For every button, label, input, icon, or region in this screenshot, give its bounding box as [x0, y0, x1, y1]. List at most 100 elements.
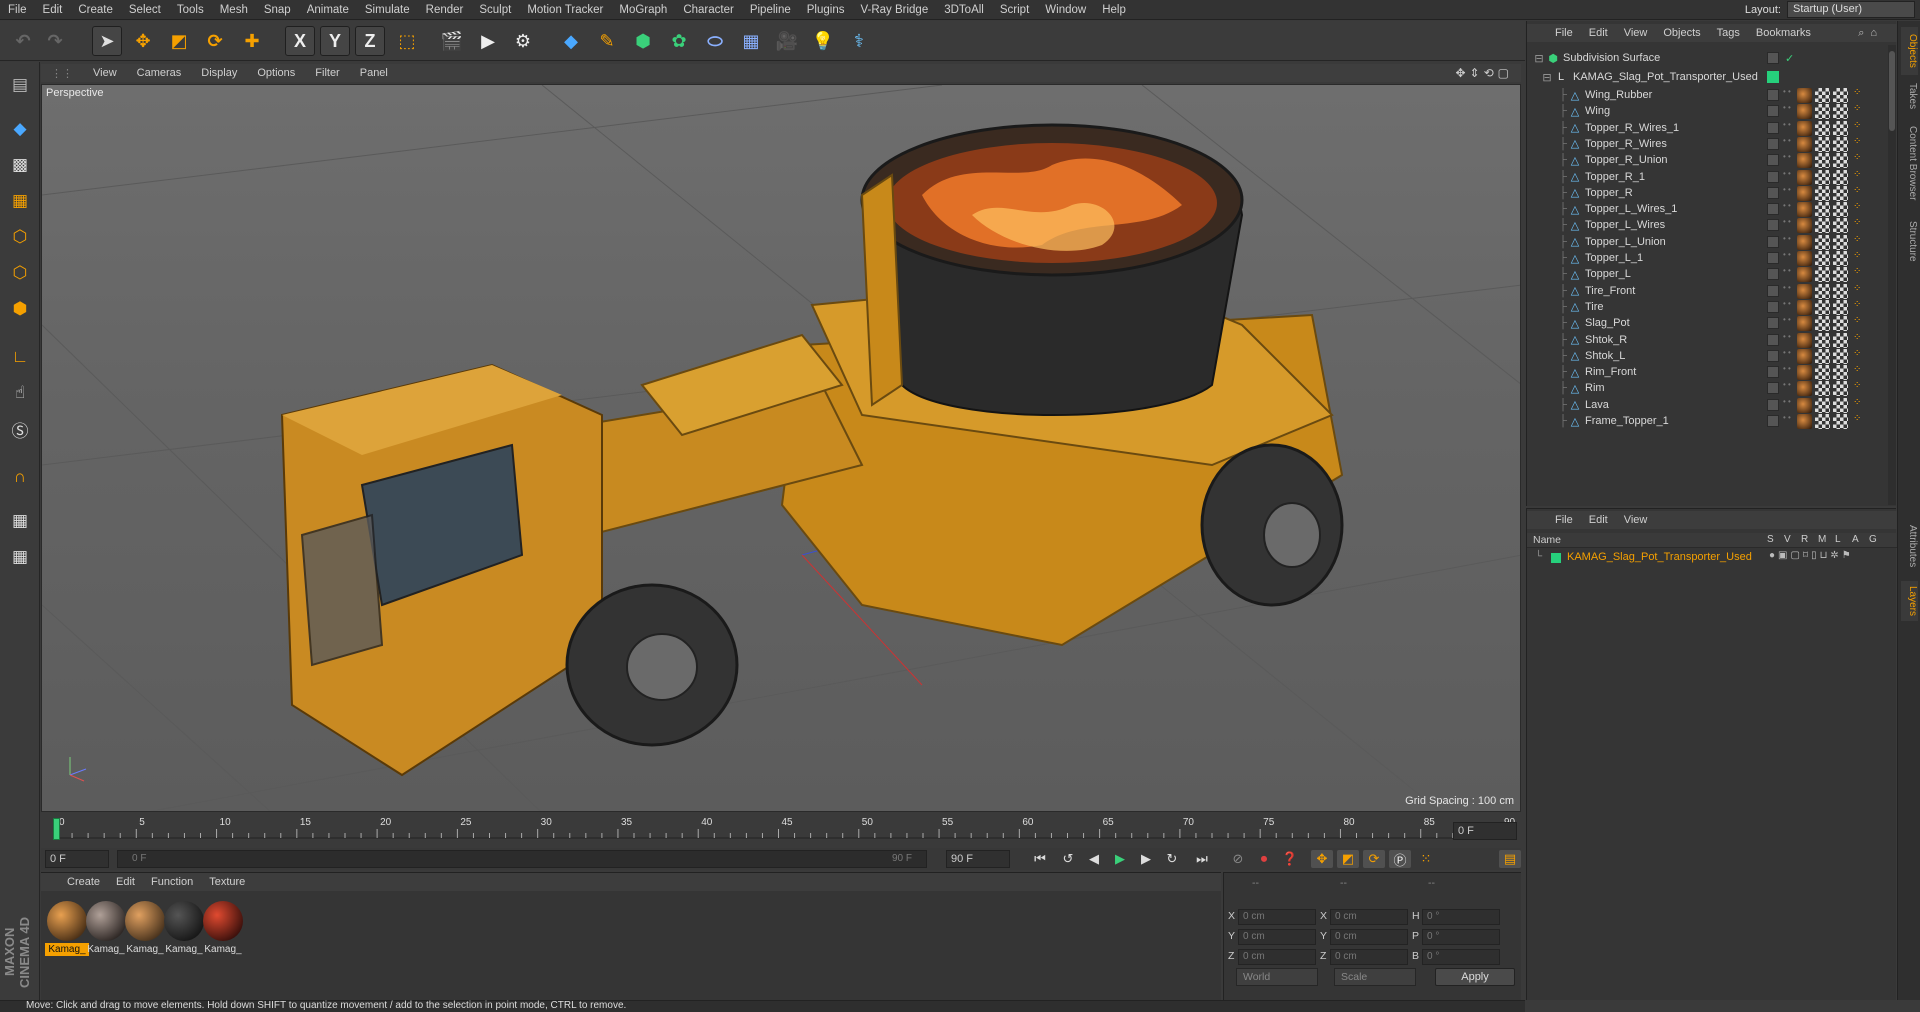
selection-tag-icon[interactable]: ⁘	[1853, 217, 1861, 228]
texture-mode-icon[interactable]: ▩	[5, 150, 35, 180]
python-icon[interactable]: ⚕	[844, 26, 874, 56]
uvw-tag-icon[interactable]	[1815, 153, 1830, 169]
object-menu-bookmarks[interactable]: Bookmarks	[1748, 27, 1819, 39]
menu-motion-tracker[interactable]: Motion Tracker	[519, 0, 611, 20]
selection-tag-icon[interactable]: ⁘	[1853, 103, 1861, 114]
phong-tag-icon[interactable]	[1767, 268, 1779, 281]
phong-tag-icon[interactable]	[1767, 154, 1779, 167]
menu-simulate[interactable]: Simulate	[357, 0, 418, 20]
menu-mograph[interactable]: MoGraph	[611, 0, 675, 20]
visibility-dot[interactable]	[1767, 52, 1779, 64]
key-pla-icon[interactable]: ⁙	[1415, 850, 1437, 868]
menu-plugins[interactable]: Plugins	[799, 0, 853, 20]
material-tag-icon[interactable]	[1797, 365, 1812, 381]
uvw-tag-icon[interactable]	[1815, 136, 1830, 152]
visibility-dots-icon[interactable]: • •	[1783, 169, 1791, 177]
phong-tag-icon[interactable]	[1767, 219, 1779, 232]
visibility-dots-icon[interactable]: • •	[1783, 283, 1791, 291]
axis-x-button[interactable]: X	[285, 26, 315, 56]
viewport-menu-display[interactable]: Display	[191, 67, 247, 79]
floor-icon[interactable]: ▦	[736, 26, 766, 56]
object-row[interactable]: ├ △ Lava • • ⁘	[1527, 397, 1889, 413]
layer-menu-file[interactable]: File	[1547, 514, 1581, 526]
select-arrow-icon[interactable]: ➤	[92, 26, 122, 56]
key-parameter-icon[interactable]: Ⓟ	[1389, 850, 1411, 868]
menu-snap[interactable]: Snap	[256, 0, 299, 20]
object-menu-tags[interactable]: Tags	[1709, 27, 1748, 39]
uvw-tag-icon[interactable]	[1815, 316, 1830, 332]
texture-tag-icon[interactable]	[1833, 299, 1848, 315]
layer-col-header[interactable]: L	[1835, 534, 1841, 545]
uvw-tag-icon[interactable]	[1815, 251, 1830, 266]
object-row[interactable]: ├ △ Topper_R_Wires_1 • • ⁘	[1527, 120, 1889, 136]
texture-tag-icon[interactable]	[1833, 88, 1848, 103]
go-to-end-icon[interactable]: ⏭	[1191, 850, 1213, 868]
selection-tag-icon[interactable]: ⁘	[1853, 120, 1861, 131]
texture-tag-icon[interactable]	[1833, 381, 1848, 397]
redo-icon[interactable]: ↷	[40, 26, 70, 56]
material-tag-icon[interactable]	[1797, 218, 1812, 234]
material-preview[interactable]	[125, 901, 165, 941]
coord-system-dropdown[interactable]: World	[1236, 968, 1318, 986]
material-tag-icon[interactable]	[1797, 283, 1812, 299]
material-menu-edit[interactable]: Edit	[108, 876, 143, 888]
phong-tag-icon[interactable]	[1767, 284, 1779, 297]
uvw-tag-icon[interactable]	[1815, 414, 1830, 429]
layer-name[interactable]: KAMAG_Slag_Pot_Transporter_Used	[1567, 551, 1752, 563]
go-to-start-icon[interactable]: ⏮	[1029, 850, 1051, 868]
texture-tag-icon[interactable]	[1833, 153, 1848, 169]
deformer-icon[interactable]: ⬭	[700, 26, 730, 56]
object-row[interactable]: ├ △ Shtok_R • • ⁘	[1527, 332, 1889, 348]
uvw-tag-icon[interactable]	[1815, 88, 1830, 103]
phong-tag-icon[interactable]	[1767, 398, 1779, 411]
object-row-subdivision[interactable]: ⊟ ⬢ Subdivision Surface ✓	[1527, 48, 1889, 68]
step-back-icon[interactable]: ◀	[1083, 850, 1105, 868]
selection-tag-icon[interactable]: ⁘	[1853, 299, 1861, 310]
material-tag-icon[interactable]	[1797, 88, 1812, 103]
object-row[interactable]: ├ △ Tire • • ⁘	[1527, 299, 1889, 315]
viewport-menu-view[interactable]: View	[83, 67, 127, 79]
object-row[interactable]: ├ △ Topper_L_Wires • • ⁘	[1527, 217, 1889, 234]
coord-value-field[interactable]: 0 cm	[1238, 949, 1316, 965]
viewport-camera-label[interactable]: Perspective	[46, 87, 103, 99]
material-preview[interactable]	[203, 901, 243, 941]
planar-workplane-icon[interactable]: ▦	[5, 542, 35, 572]
object-row[interactable]: ├ △ Topper_L_Wires_1 • • ⁘	[1527, 201, 1889, 218]
magnet-icon[interactable]: ∩	[5, 462, 35, 492]
timeline-window-icon[interactable]: ▤	[1499, 850, 1521, 868]
menu-pipeline[interactable]: Pipeline	[742, 0, 799, 20]
visibility-dots-icon[interactable]: • •	[1783, 397, 1791, 405]
selection-tag-icon[interactable]: ⁘	[1853, 380, 1861, 391]
material-preview[interactable]	[164, 901, 204, 941]
move-tool-icon[interactable]: ✥	[128, 26, 158, 56]
lock-workplane-icon[interactable]: ▦	[5, 506, 35, 536]
material-tag-icon[interactable]	[1797, 381, 1812, 397]
undo-icon[interactable]: ↶	[8, 26, 38, 56]
layer-row[interactable]: └ KAMAG_Slag_Pot_Transporter_Used ●▣▢⌑▯⊔…	[1527, 550, 1897, 566]
layer-menu-view[interactable]: View	[1616, 514, 1656, 526]
phong-tag-icon[interactable]	[1767, 366, 1779, 379]
polygons-mode-icon[interactable]: ⬢	[5, 294, 35, 324]
material-tag-icon[interactable]	[1797, 267, 1812, 283]
texture-tag-icon[interactable]	[1833, 316, 1848, 332]
uvw-tag-icon[interactable]	[1815, 332, 1830, 348]
phong-tag-icon[interactable]	[1767, 317, 1779, 330]
menu-create[interactable]: Create	[70, 0, 121, 20]
viewport-menu-panel[interactable]: Panel	[350, 67, 398, 79]
material-item[interactable]: Kamag_	[45, 901, 89, 959]
side-tab-layers[interactable]: Layers	[1901, 581, 1918, 621]
phong-tag-icon[interactable]	[1767, 382, 1779, 395]
layout-select[interactable]: Startup (User)	[1787, 1, 1915, 18]
selection-tag-icon[interactable]: ⁘	[1853, 234, 1861, 245]
render-picture-viewer-icon[interactable]: ▶	[473, 26, 503, 56]
collapse-icon[interactable]: ⊟	[1533, 52, 1545, 65]
coord-value-field[interactable]: 0 °	[1422, 909, 1500, 925]
material-item[interactable]: Kamag_	[123, 901, 167, 959]
visibility-dots-icon[interactable]: • •	[1783, 299, 1791, 307]
key-scale-icon[interactable]: ◩	[1337, 850, 1359, 868]
side-tab-objects[interactable]: Objects	[1901, 27, 1918, 75]
material-item[interactable]: Kamag_	[162, 901, 206, 959]
coord-value-field[interactable]: 0 cm	[1238, 909, 1316, 925]
material-tag-icon[interactable]	[1797, 299, 1812, 315]
phong-tag-icon[interactable]	[1767, 137, 1779, 150]
